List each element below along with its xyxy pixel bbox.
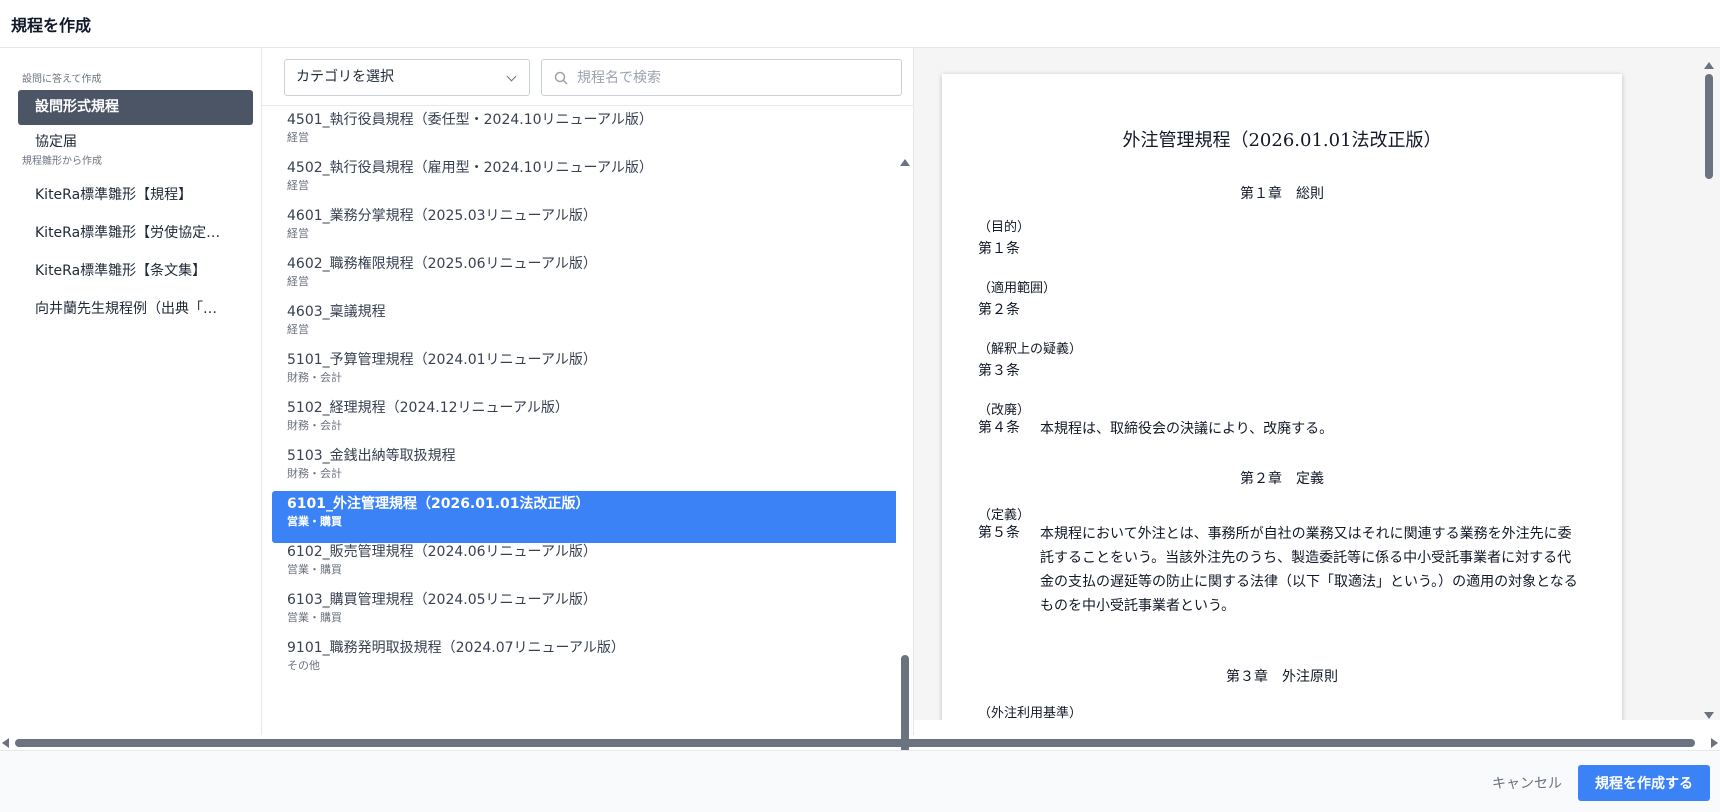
- article: 第５条 本規程において外注とは、事務所が自社の業務又はそれに関連する業務を外注先…: [978, 522, 1585, 618]
- preview-panel: 外注管理規程（2026.01.01法改正版） 第１章 総則 （目的） 第１条 （…: [914, 48, 1720, 720]
- sidebar-item-kitera-rules[interactable]: KiteRa標準雛形【規程】: [18, 176, 253, 214]
- scroll-left-icon[interactable]: [2, 738, 9, 748]
- category-select-value: カテゴリを選択: [296, 69, 394, 85]
- article: 第１条: [978, 238, 1040, 258]
- sidebar-item-question-format[interactable]: 設問形式規程: [18, 90, 253, 125]
- chapter-heading: 第３章 外注原則: [1226, 669, 1338, 685]
- sidebar: 設問に答えて作成 設問形式規程 協定届 規程雛形から作成 KiteRa標準雛形【…: [0, 48, 262, 735]
- list-item-name: 4603_稟議規程: [287, 304, 386, 320]
- sidebar-item-mukai-examples[interactable]: 向井蘭先生規程例（出典「…: [18, 290, 253, 328]
- list-item[interactable]: 4601_業務分掌規程（2025.03リニューアル版） 経営: [272, 203, 896, 255]
- document-title: 外注管理規程（2026.01.01法改正版）: [1122, 130, 1442, 151]
- template-list-panel: カテゴリを選択 4501_執行役員規程（委任型・2024.10リニューアル版） …: [262, 48, 914, 780]
- list-item-category: 営業・購買: [287, 563, 342, 576]
- chapter-heading: 第２章 定義: [1240, 471, 1324, 487]
- document-preview: 外注管理規程（2026.01.01法改正版） 第１章 総則 （目的） 第１条 （…: [942, 74, 1622, 720]
- list-item-name: 4602_職務権限規程（2025.06リニューアル版）: [287, 256, 597, 272]
- sidebar-section-questions: 設問に答えて作成: [22, 74, 102, 85]
- scroll-right-icon[interactable]: [1711, 738, 1718, 748]
- sidebar-item-kitera-articles[interactable]: KiteRa標準雛形【条文集】: [18, 252, 253, 290]
- search-input[interactable]: [577, 60, 887, 95]
- preview-scrollbar-thumb[interactable]: [1705, 74, 1713, 179]
- list-item-category: 経営: [287, 275, 309, 288]
- article-caption: （外注利用基準）: [978, 706, 1083, 720]
- list-item-selected[interactable]: 6101_外注管理規程（2026.01.01法改正版） 営業・購買: [272, 491, 896, 543]
- horizontal-scrollbar-thumb[interactable]: [15, 739, 1695, 747]
- list-item[interactable]: 4502_執行役員規程（雇用型・2024.10リニューアル版） 経営: [272, 155, 896, 207]
- template-list: 4501_執行役員規程（委任型・2024.10リニューアル版） 経営 4502_…: [272, 107, 896, 735]
- list-item-category: 営業・購買: [287, 611, 342, 624]
- scroll-up-icon[interactable]: [1704, 62, 1714, 69]
- list-item-category: 財務・会計: [287, 371, 342, 384]
- list-item-name: 5103_金銭出納等取扱規程: [287, 448, 456, 464]
- scroll-down-icon[interactable]: [1704, 712, 1714, 719]
- list-item[interactable]: 5103_金銭出納等取扱規程 財務・会計: [272, 443, 896, 495]
- list-item[interactable]: 4602_職務権限規程（2025.06リニューアル版） 経営: [272, 251, 896, 303]
- article: 第２条: [978, 299, 1040, 319]
- list-item[interactable]: 5101_予算管理規程（2024.01リニューアル版） 財務・会計: [272, 347, 896, 399]
- list-item-name: 6102_販売管理規程（2024.06リニューアル版）: [287, 544, 597, 560]
- scroll-up-icon[interactable]: [900, 159, 910, 166]
- list-item[interactable]: 4501_執行役員規程（委任型・2024.10リニューアル版） 経営: [272, 107, 896, 159]
- article-caption: （目的）: [978, 220, 1031, 235]
- article-caption: （適用範囲）: [978, 281, 1057, 296]
- article-number: 第５条: [978, 525, 1020, 541]
- list-item-category: 経営: [287, 131, 309, 144]
- article-body: 本規程において外注とは、事務所が自社の業務又はそれに関連する業務を外注先に委託す…: [1040, 526, 1578, 614]
- category-select[interactable]: カテゴリを選択: [284, 59, 530, 96]
- list-item[interactable]: 6103_購買管理規程（2024.05リニューアル版） 営業・購買: [272, 587, 896, 639]
- chapter-heading: 第１章 総則: [1240, 186, 1324, 202]
- list-item-category: 経営: [287, 323, 309, 336]
- list-item-category: 財務・会計: [287, 467, 342, 480]
- article-caption: （定義）: [978, 508, 1031, 523]
- list-item[interactable]: 9101_職務発明取扱規程（2024.07リニューアル版） その他: [272, 635, 896, 687]
- list-item-name: 6103_購買管理規程（2024.05リニューアル版）: [287, 592, 597, 608]
- list-item[interactable]: 6102_販売管理規程（2024.06リニューアル版） 営業・購買: [272, 539, 896, 591]
- dialog-title: 規程を作成: [11, 15, 92, 35]
- list-item-name: 4502_執行役員規程（雇用型・2024.10リニューアル版）: [287, 160, 653, 176]
- list-scrollbar[interactable]: [898, 107, 912, 780]
- chevron-down-icon: [506, 71, 517, 82]
- search-icon: [554, 71, 568, 85]
- dialog-header: 規程を作成: [0, 0, 1720, 48]
- list-item-name: 5101_予算管理規程（2024.01リニューアル版）: [287, 352, 597, 368]
- list-item-category: 財務・会計: [287, 419, 342, 432]
- article-number: 第３条: [978, 363, 1020, 379]
- list-item-category: 経営: [287, 179, 309, 192]
- list-item-name: 6101_外注管理規程（2026.01.01法改正版）: [287, 496, 590, 512]
- article: 第３条: [978, 360, 1040, 380]
- article-number: 第２条: [978, 302, 1020, 318]
- list-item-category: 経営: [287, 227, 309, 240]
- list-item-name: 9101_職務発明取扱規程（2024.07リニューアル版）: [287, 640, 625, 656]
- article-number: 第４条: [978, 420, 1020, 436]
- list-item-category: 営業・購買: [287, 515, 342, 528]
- list-item-category: その他: [287, 659, 320, 672]
- article-caption: （解釈上の疑義）: [978, 342, 1083, 357]
- preview-scrollbar[interactable]: [1702, 60, 1716, 720]
- article-body: 本規程は、取締役会の決議により、改廃する。: [1040, 421, 1334, 437]
- list-item[interactable]: 5102_経理規程（2024.12リニューアル版） 財務・会計: [272, 395, 896, 447]
- create-button[interactable]: 規程を作成する: [1578, 765, 1710, 801]
- list-item-name: 4501_執行役員規程（委任型・2024.10リニューアル版）: [287, 112, 653, 128]
- article-number: 第１条: [978, 241, 1020, 257]
- list-item[interactable]: 4603_稟議規程 経営: [272, 299, 896, 351]
- article-caption: （改廃）: [978, 403, 1031, 418]
- cancel-button[interactable]: キャンセル: [1482, 766, 1572, 800]
- article: 第４条 本規程は、取締役会の決議により、改廃する。: [978, 417, 1585, 441]
- sidebar-section-templates: 規程雛形から作成: [22, 156, 102, 167]
- horizontal-scrollbar[interactable]: [0, 736, 1720, 750]
- list-item-name: 4601_業務分掌規程（2025.03リニューアル版）: [287, 208, 597, 224]
- dialog-footer: キャンセル 規程を作成する: [0, 750, 1720, 812]
- search-box[interactable]: [541, 59, 902, 96]
- sidebar-item-kitera-agreements[interactable]: KiteRa標準雛形【労使協定…: [18, 214, 253, 252]
- filter-bar: カテゴリを選択: [262, 48, 914, 106]
- list-item-name: 5102_経理規程（2024.12リニューアル版）: [287, 400, 569, 416]
